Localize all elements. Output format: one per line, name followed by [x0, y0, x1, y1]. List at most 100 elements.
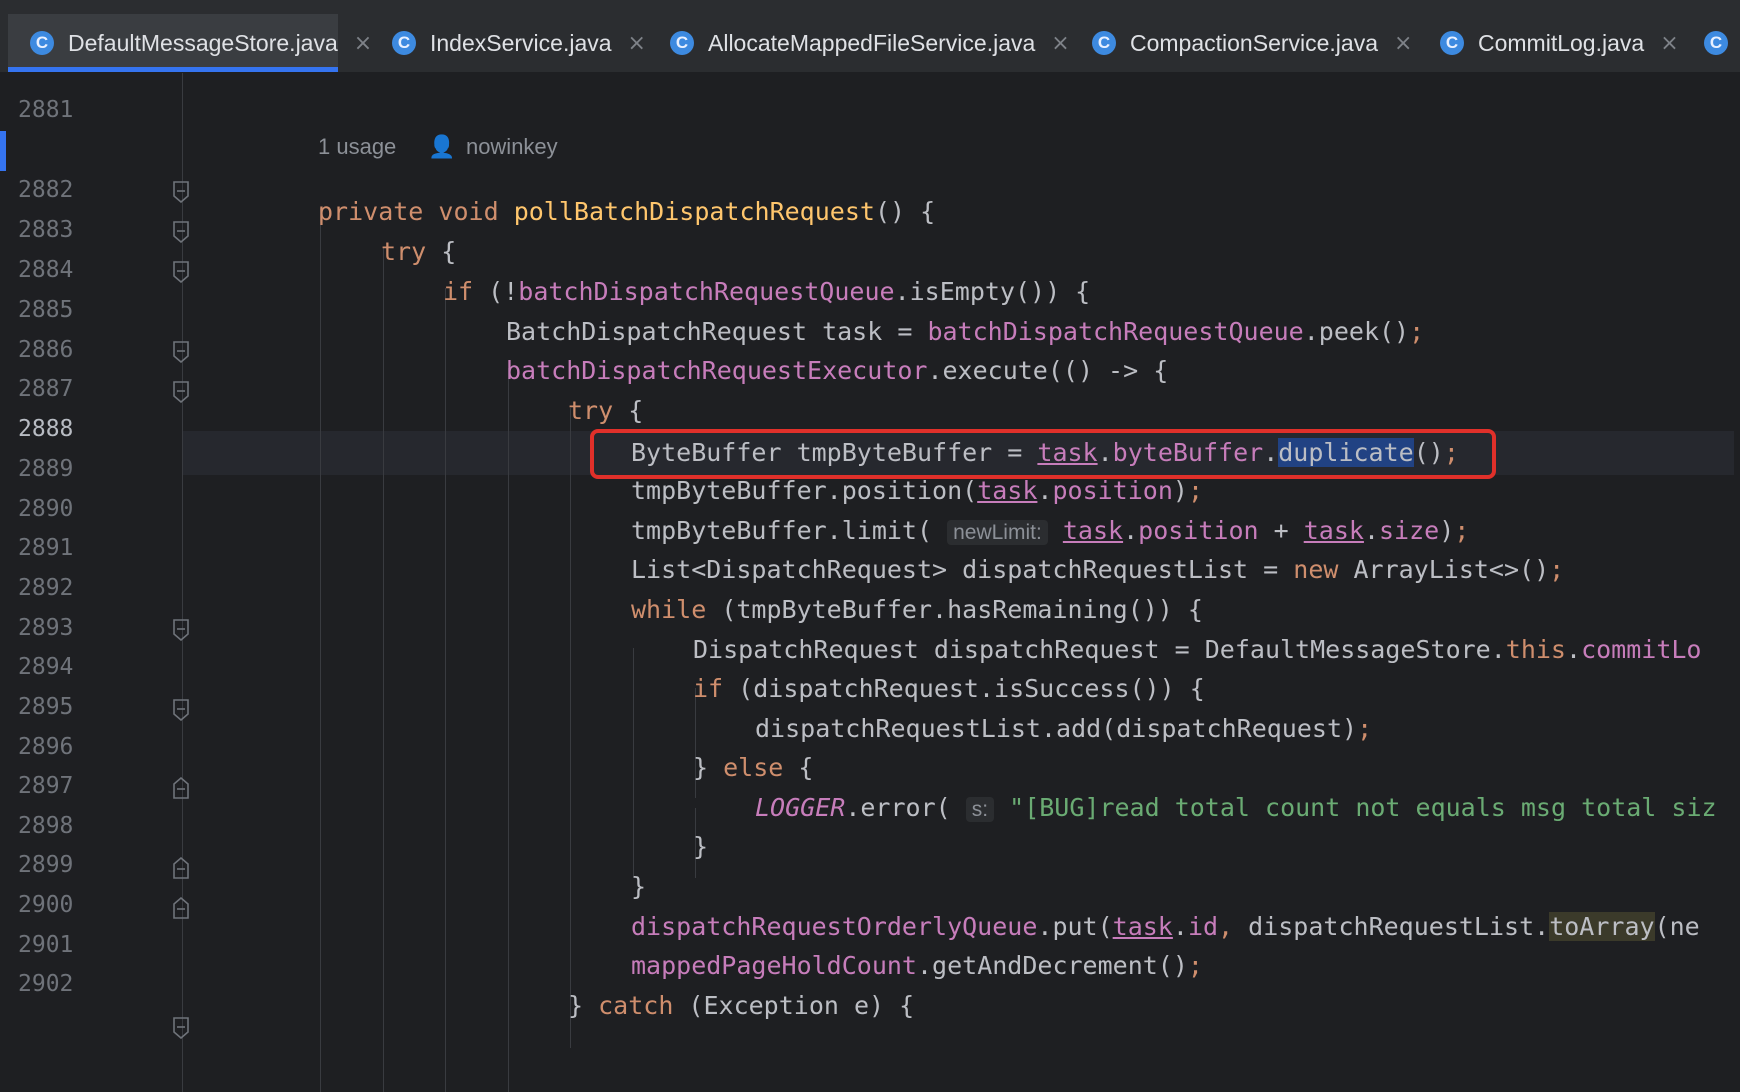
keyword: try: [568, 396, 614, 425]
close-icon[interactable]: ×: [1051, 31, 1069, 56]
code-line-2901[interactable]: mappedPageHoldCount.getAndDecrement();: [631, 944, 1203, 988]
editor-tab-bar: C DefaultMessageStore.java × C IndexServ…: [0, 0, 1740, 73]
code-line-2893[interactable]: DispatchRequest dispatchRequest = Defaul…: [693, 628, 1701, 672]
code-line-2890[interactable]: tmpByteBuffer.limit( newLimit: task.posi…: [631, 509, 1469, 553]
code-line-2902[interactable]: } catch (Exception e) {: [568, 984, 914, 1028]
line-number[interactable]: 2889: [18, 454, 98, 484]
code-text: .execute(() -> {: [927, 356, 1169, 385]
tab-label: CompactionService.java: [1130, 29, 1379, 56]
line-number[interactable]: 2890: [18, 494, 98, 524]
code-text: .: [1037, 476, 1053, 505]
line-number[interactable]: 2898: [18, 811, 98, 841]
highlight-box: [590, 429, 1496, 479]
code-line-2882[interactable]: private void pollBatchDispatchRequest() …: [318, 190, 935, 234]
keyword: new: [1293, 555, 1339, 584]
close-icon[interactable]: ×: [1660, 31, 1678, 56]
code-text: ArrayList<>(): [1338, 555, 1550, 584]
code-line-2895[interactable]: dispatchRequestList.add(dispatchRequest)…: [755, 707, 1372, 751]
line-number[interactable]: 2897: [18, 771, 98, 801]
tab-compaction-service[interactable]: C CompactionService.java ×: [1070, 14, 1416, 72]
line-number[interactable]: 2885: [18, 295, 98, 325]
field-ref: LOGGER: [755, 793, 846, 822]
tab-default-message-store[interactable]: C DefaultMessageStore.java ×: [8, 14, 372, 72]
line-number[interactable]: 2901: [18, 930, 98, 960]
line-number[interactable]: 2886: [18, 335, 98, 365]
field-ref: id: [1187, 912, 1219, 941]
fold-icon[interactable]: [172, 341, 190, 363]
tab-overflow[interactable]: C: [1694, 14, 1740, 72]
code-text: dispatchRequestList.: [1248, 912, 1550, 941]
code-vision-hints[interactable]: 1 usage 👤 nowinkey: [318, 127, 558, 167]
indent-guide: [320, 208, 321, 1092]
line-number[interactable]: 2887: [18, 374, 98, 404]
code-line-2894[interactable]: if (dispatchRequest.isSuccess()) {: [693, 667, 1205, 711]
code-text: (Exception e) {: [673, 991, 915, 1020]
code-line-2900[interactable]: dispatchRequestOrderlyQueue.put(task.id,…: [631, 905, 1700, 949]
line-number[interactable]: 2896: [18, 732, 98, 762]
fold-icon[interactable]: [172, 261, 190, 283]
line-number[interactable]: 2884: [18, 255, 98, 285]
tab-label: IndexService.java: [430, 29, 612, 56]
tab-commit-log[interactable]: C CommitLog.java ×: [1418, 14, 1694, 72]
code-editor[interactable]: 2881 2882 2883 2884 2885 2886 2887 2888 2889 2890…: [0, 73, 1740, 1092]
code-line-2898[interactable]: }: [693, 825, 708, 869]
line-number[interactable]: 2891: [18, 533, 98, 563]
code-line-2892[interactable]: while (tmpByteBuffer.hasRemaining()) {: [631, 588, 1203, 632]
close-icon[interactable]: ×: [628, 31, 646, 56]
code-text: .isEmpty()) {: [894, 277, 1091, 306]
code-line-2899[interactable]: }: [631, 865, 646, 909]
indent-guide: [508, 368, 509, 1092]
code-line-2884[interactable]: if (!batchDispatchRequestQueue.isEmpty()…: [443, 270, 1090, 314]
field-ref: mappedPageHoldCount: [631, 951, 917, 980]
tab-allocate-mapped-file-service[interactable]: C AllocateMappedFileService.java ×: [648, 14, 1070, 72]
vertical-scrollbar[interactable]: [1734, 73, 1740, 1092]
code-line-2886[interactable]: batchDispatchRequestExecutor.execute(() …: [506, 349, 1168, 393]
code-line-2891[interactable]: List<DispatchRequest> dispatchRequestLis…: [631, 548, 1564, 592]
fold-icon[interactable]: [172, 619, 190, 641]
fold-end-icon[interactable]: [172, 777, 190, 799]
java-class-icon: C: [670, 31, 694, 55]
code-text: List<DispatchRequest> dispatchRequestLis…: [631, 555, 1294, 584]
code-line-2897[interactable]: LOGGER.error( s: "[BUG]read total count …: [755, 786, 1717, 830]
tab-index-service[interactable]: C IndexService.java ×: [370, 14, 646, 72]
code-text: (dispatchRequest.isSuccess()) {: [723, 674, 1205, 703]
semicolon: ;: [1549, 555, 1565, 584]
code-line-2896[interactable]: } else {: [693, 746, 813, 790]
code-text: }: [568, 991, 599, 1020]
semicolon: ;: [1454, 516, 1470, 545]
line-number[interactable]: 2893: [18, 613, 98, 643]
code-text: .: [1172, 912, 1188, 941]
fold-end-icon[interactable]: [172, 897, 190, 919]
line-number[interactable]: 2881: [18, 95, 98, 125]
user-icon: 👤: [428, 134, 456, 159]
close-icon[interactable]: ×: [1394, 31, 1412, 56]
author-hint[interactable]: nowinkey: [466, 134, 558, 159]
code-line-2885[interactable]: BatchDispatchRequest task = batchDispatc…: [506, 310, 1424, 354]
field-ref: batchDispatchRequestQueue: [927, 317, 1304, 346]
variable-ref: task: [1303, 516, 1364, 545]
line-number[interactable]: 2899: [18, 850, 98, 880]
keyword: private: [318, 197, 424, 226]
line-number[interactable]: 2883: [18, 215, 98, 245]
line-number[interactable]: 2888: [18, 414, 98, 444]
fold-icon[interactable]: [172, 381, 190, 403]
line-number[interactable]: 2894: [18, 652, 98, 682]
code-line-2883[interactable]: try {: [381, 230, 456, 274]
line-number[interactable]: 2900: [18, 890, 98, 920]
fold-icon[interactable]: [172, 181, 190, 203]
field-ref: commitLo: [1581, 635, 1702, 664]
fold-end-icon[interactable]: [172, 857, 190, 879]
fold-icon[interactable]: [172, 221, 190, 243]
fold-icon[interactable]: [172, 699, 190, 721]
code-line-2887[interactable]: try {: [568, 389, 643, 433]
line-number[interactable]: 2895: [18, 692, 98, 722]
line-number[interactable]: 2882: [18, 175, 98, 205]
line-number[interactable]: 2892: [18, 573, 98, 603]
fold-icon[interactable]: [172, 1017, 190, 1039]
parameter-hint: newLimit:: [947, 520, 1048, 545]
java-class-icon: C: [1704, 31, 1728, 55]
keyword: if: [443, 277, 474, 306]
line-number[interactable]: 2902: [18, 969, 98, 999]
usages-hint[interactable]: 1 usage: [318, 134, 396, 159]
java-class-icon: C: [392, 31, 416, 55]
